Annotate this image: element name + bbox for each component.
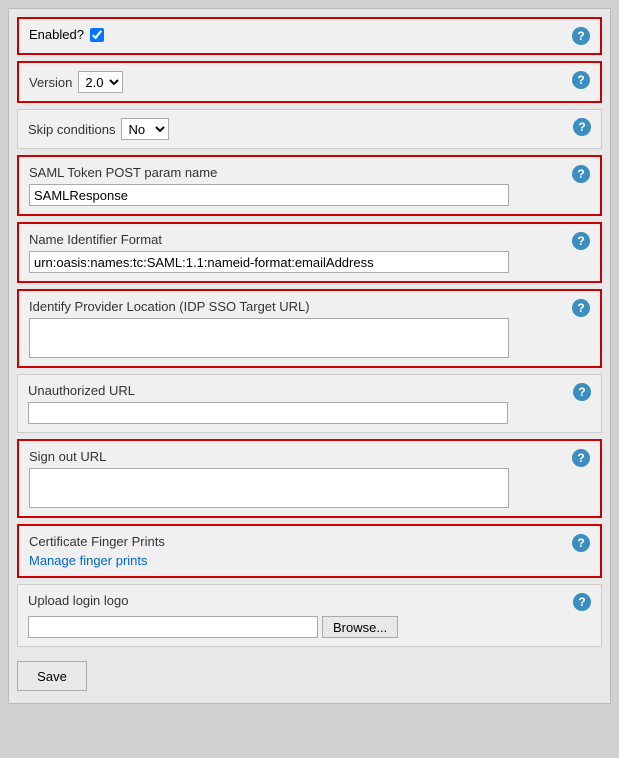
enabled-content: Enabled?: [29, 27, 564, 42]
upload-logo-content: Upload login logo Browse...: [28, 593, 565, 638]
idp-location-info-icon[interactable]: ?: [572, 299, 590, 317]
upload-logo-row: Upload login logo Browse... ?: [17, 584, 602, 647]
sign-out-url-row: Sign out URL ?: [17, 439, 602, 518]
unauthorized-url-row: Unauthorized URL ?: [17, 374, 602, 433]
upload-logo-label: Upload login logo: [28, 593, 565, 608]
enabled-label[interactable]: Enabled?: [29, 27, 564, 42]
unauthorized-url-content: Unauthorized URL: [28, 383, 565, 424]
saml-token-info-icon[interactable]: ?: [572, 165, 590, 183]
sign-out-url-info-icon[interactable]: ?: [572, 449, 590, 467]
enabled-checkbox[interactable]: [90, 28, 104, 42]
browse-button[interactable]: Browse...: [322, 616, 398, 638]
unauthorized-url-input[interactable]: [28, 402, 508, 424]
version-info-icon[interactable]: ?: [572, 71, 590, 89]
idp-location-input[interactable]: [29, 318, 509, 358]
version-label: Version 1.1 2.0: [29, 71, 564, 93]
manage-fingerprints-link[interactable]: Manage finger prints: [29, 553, 564, 568]
sign-out-url-content: Sign out URL: [29, 449, 564, 508]
saml-token-row: SAML Token POST param name ?: [17, 155, 602, 216]
enabled-row: Enabled? ?: [17, 17, 602, 55]
skip-conditions-row: Skip conditions No Yes ?: [17, 109, 602, 149]
name-identifier-label: Name Identifier Format: [29, 232, 564, 247]
upload-filename-input[interactable]: [28, 616, 318, 638]
upload-logo-info-icon[interactable]: ?: [573, 593, 591, 611]
cert-fingerprints-content: Certificate Finger Prints Manage finger …: [29, 534, 564, 568]
skip-conditions-label: Skip conditions No Yes: [28, 118, 565, 140]
name-identifier-info-icon[interactable]: ?: [572, 232, 590, 250]
skip-conditions-select[interactable]: No Yes: [121, 118, 169, 140]
sign-out-url-label: Sign out URL: [29, 449, 564, 464]
idp-location-row: Identify Provider Location (IDP SSO Targ…: [17, 289, 602, 368]
version-select[interactable]: 1.1 2.0: [78, 71, 123, 93]
name-identifier-row: Name Identifier Format ?: [17, 222, 602, 283]
save-row: Save: [17, 653, 602, 695]
sign-out-url-input[interactable]: [29, 468, 509, 508]
idp-location-label: Identify Provider Location (IDP SSO Targ…: [29, 299, 564, 314]
upload-controls: Browse...: [28, 616, 565, 638]
name-identifier-input[interactable]: [29, 251, 509, 273]
settings-form: Enabled? ? Version 1.1 2.0 ? Skip condit…: [8, 8, 611, 704]
cert-fingerprints-label: Certificate Finger Prints: [29, 534, 564, 549]
unauthorized-url-info-icon[interactable]: ?: [573, 383, 591, 401]
version-row: Version 1.1 2.0 ?: [17, 61, 602, 103]
unauthorized-url-label: Unauthorized URL: [28, 383, 565, 398]
cert-fingerprints-row: Certificate Finger Prints Manage finger …: [17, 524, 602, 578]
save-button[interactable]: Save: [17, 661, 87, 691]
enabled-label-text: Enabled?: [29, 27, 84, 42]
skip-conditions-info-icon[interactable]: ?: [573, 118, 591, 136]
version-content: Version 1.1 2.0: [29, 71, 564, 93]
saml-token-input[interactable]: [29, 184, 509, 206]
name-identifier-content: Name Identifier Format: [29, 232, 564, 273]
idp-location-content: Identify Provider Location (IDP SSO Targ…: [29, 299, 564, 358]
cert-fingerprints-info-icon[interactable]: ?: [572, 534, 590, 552]
saml-token-label: SAML Token POST param name: [29, 165, 564, 180]
saml-token-content: SAML Token POST param name: [29, 165, 564, 206]
skip-conditions-content: Skip conditions No Yes: [28, 118, 565, 140]
enabled-info-icon[interactable]: ?: [572, 27, 590, 45]
